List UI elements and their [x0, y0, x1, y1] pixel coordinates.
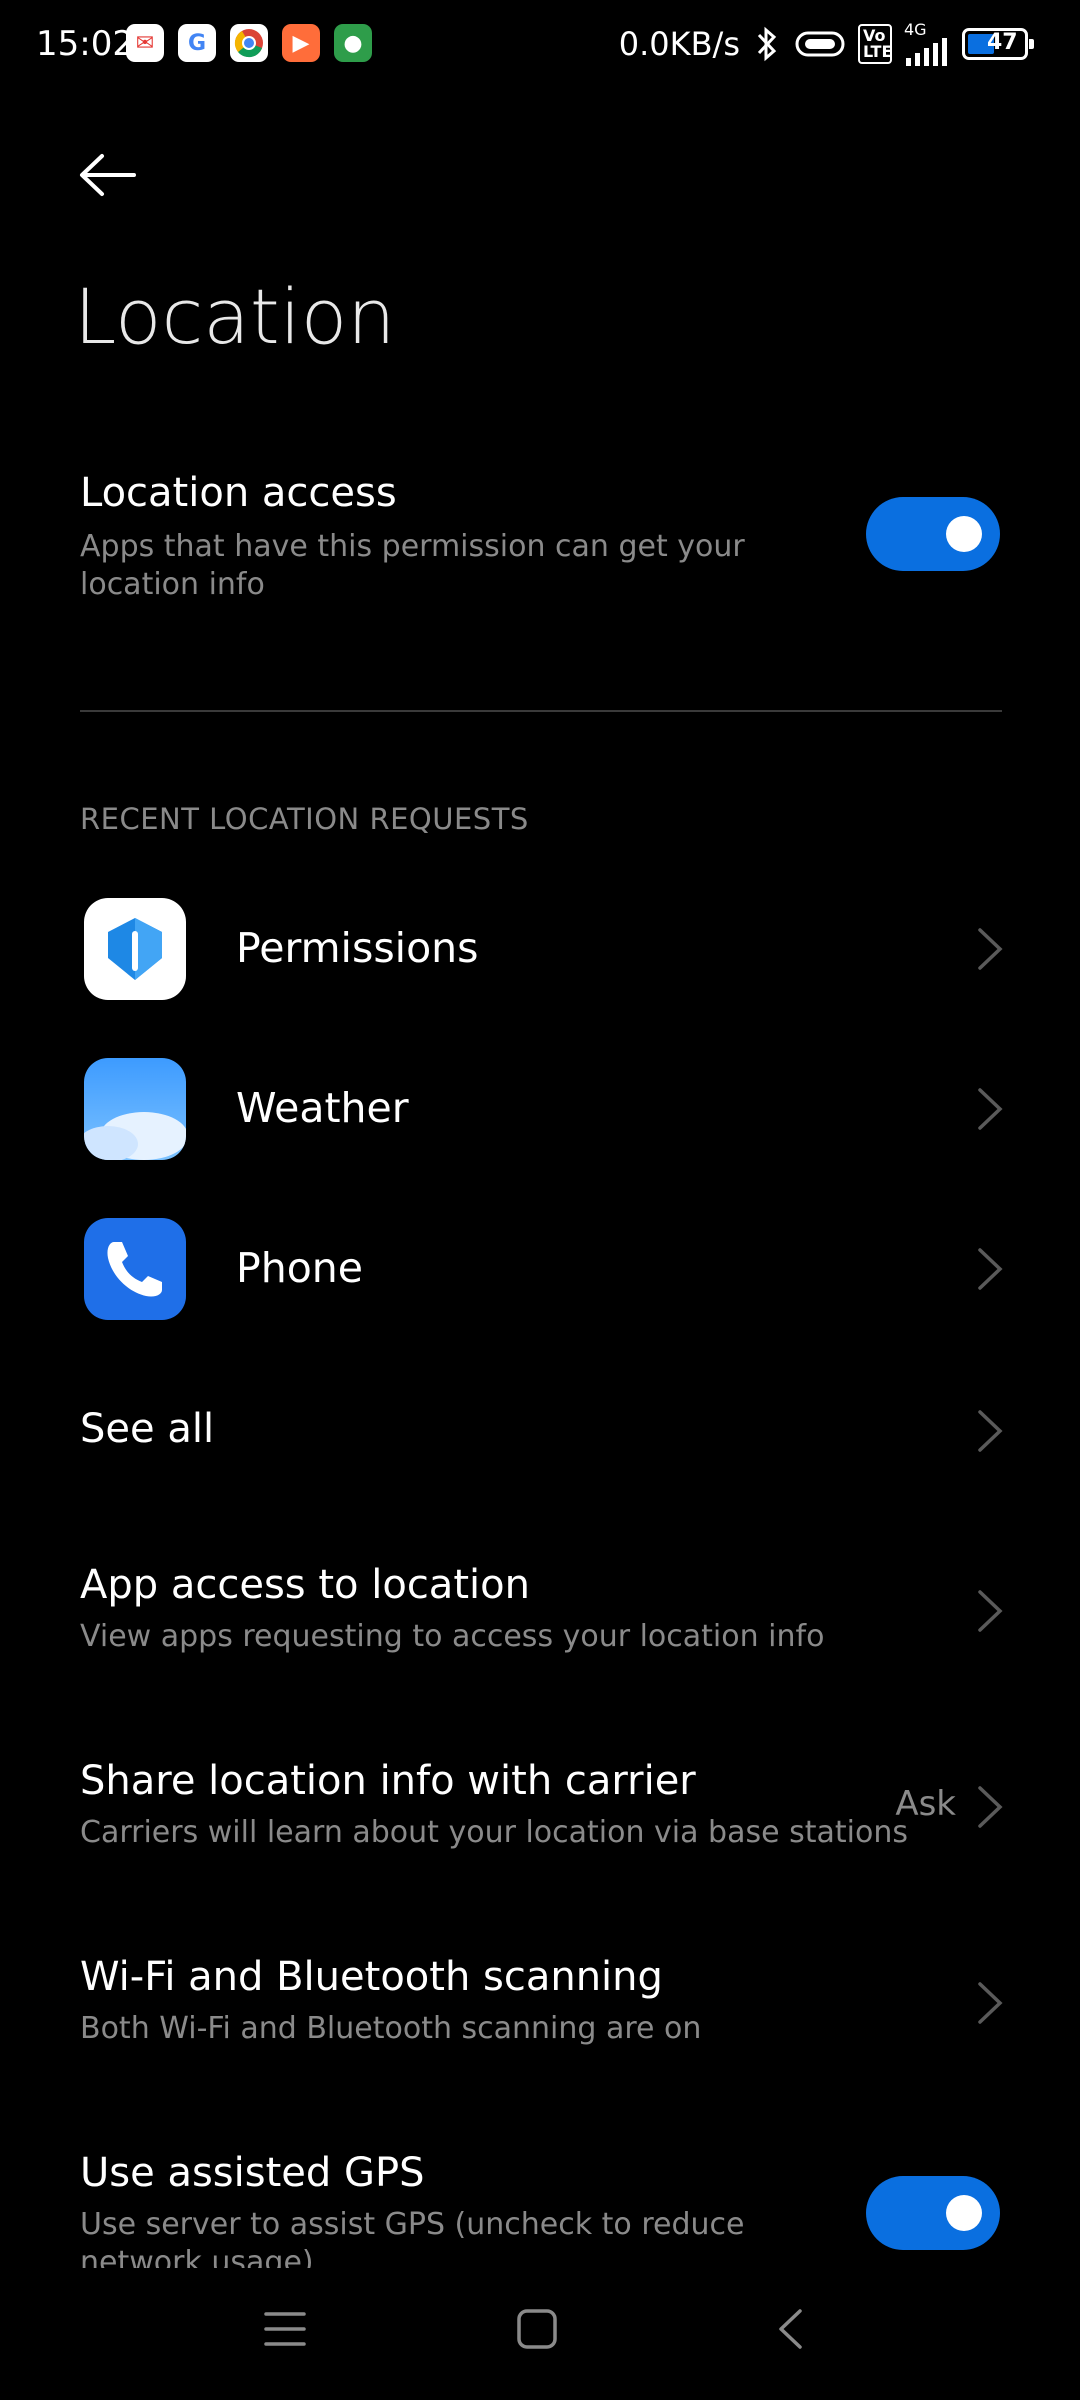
- message-icon: ✉: [126, 24, 164, 62]
- paw-icon: ●: [334, 24, 372, 62]
- status-app-icons: ✉ G ▶ ●: [126, 24, 372, 62]
- network-speed: 0.0KB/s: [618, 25, 740, 63]
- chevron-right-icon: [978, 928, 1003, 970]
- divider: [80, 710, 1002, 712]
- recent-app-row-phone[interactable]: Phone: [0, 1200, 1080, 1340]
- location-access-toggle[interactable]: [866, 497, 1000, 571]
- setting-row-wifi-bt-scanning[interactable]: Wi-Fi and Bluetooth scanning Both Wi-Fi …: [0, 1942, 1080, 2062]
- status-bar: 15:02 ✉ G ▶ ● 0.0KB/s Vo LTE 4G 47: [0, 0, 1080, 90]
- status-right: 0.0KB/s Vo LTE 4G 47: [618, 22, 1034, 66]
- link-icon: [795, 31, 845, 57]
- page-title: Location: [74, 272, 396, 361]
- section-header-recent-requests: RECENT LOCATION REQUESTS: [80, 802, 529, 836]
- toggle-knob: [946, 2195, 982, 2231]
- back-button[interactable]: [76, 150, 140, 200]
- see-all-label: See all: [80, 1406, 215, 1452]
- recent-app-row-weather[interactable]: Weather: [0, 1040, 1080, 1180]
- location-access-subtitle: Apps that have this permission can get y…: [80, 529, 745, 602]
- setting-subtitle: Use server to assist GPS (uncheck to red…: [80, 2207, 745, 2268]
- location-access-row[interactable]: Location access Apps that have this perm…: [80, 470, 840, 604]
- shield-icon: [84, 898, 186, 1000]
- setting-title: App access to location: [80, 1562, 530, 1608]
- home-icon[interactable]: [516, 2308, 558, 2350]
- app-label-permissions: Permissions: [236, 924, 479, 972]
- signal-icon: [906, 38, 947, 66]
- volte-badge: Vo LTE: [858, 24, 892, 64]
- chevron-right-icon: [978, 1786, 1003, 1828]
- chrome-icon: [230, 24, 268, 62]
- phone-icon: [84, 1218, 186, 1320]
- battery-icon: 47: [962, 28, 1034, 60]
- signal-type: 4G: [904, 20, 927, 39]
- chevron-right-icon: [978, 1982, 1003, 2024]
- back-nav-icon[interactable]: [776, 2308, 804, 2350]
- google-icon: G: [178, 24, 216, 62]
- setting-row-app-access[interactable]: App access to location View apps request…: [0, 1550, 1080, 1670]
- arrow-left-icon: [80, 154, 136, 196]
- signal-indicator: 4G: [904, 22, 950, 66]
- setting-value: Ask: [895, 1784, 956, 1824]
- chevron-right-icon: [978, 1410, 1003, 1452]
- setting-title: Wi-Fi and Bluetooth scanning: [80, 1954, 663, 2000]
- setting-subtitle: Both Wi-Fi and Bluetooth scanning are on: [80, 2011, 702, 2046]
- toggle-knob: [946, 516, 982, 552]
- status-time: 15:02: [36, 24, 134, 64]
- chevron-right-icon: [978, 1248, 1003, 1290]
- see-all-row[interactable]: See all: [0, 1380, 1080, 1480]
- menu-icon[interactable]: [264, 2310, 306, 2348]
- recent-app-row-permissions[interactable]: Permissions: [0, 880, 1080, 1020]
- setting-title: Use assisted GPS: [80, 2150, 425, 2196]
- setting-row-assisted-gps[interactable]: Use assisted GPS Use server to assist GP…: [0, 2138, 1080, 2268]
- chevron-right-icon: [978, 1088, 1003, 1130]
- video-icon: ▶: [282, 24, 320, 62]
- navigation-bar: [0, 2270, 1080, 2400]
- assisted-gps-toggle[interactable]: [866, 2176, 1000, 2250]
- bluetooth-icon: [757, 26, 777, 62]
- setting-subtitle: View apps requesting to access your loca…: [80, 1619, 825, 1654]
- setting-title: Share location info with carrier: [80, 1758, 696, 1804]
- setting-row-share-carrier[interactable]: Share location info with carrier Carrier…: [0, 1746, 1080, 1866]
- app-label-weather: Weather: [236, 1084, 409, 1132]
- app-label-phone: Phone: [236, 1244, 364, 1292]
- battery-level: 47: [987, 30, 1018, 55]
- chevron-right-icon: [978, 1590, 1003, 1632]
- setting-subtitle: Carriers will learn about your location …: [80, 1815, 908, 1850]
- location-access-title: Location access: [80, 470, 397, 516]
- weather-cloud-icon: [84, 1058, 186, 1160]
